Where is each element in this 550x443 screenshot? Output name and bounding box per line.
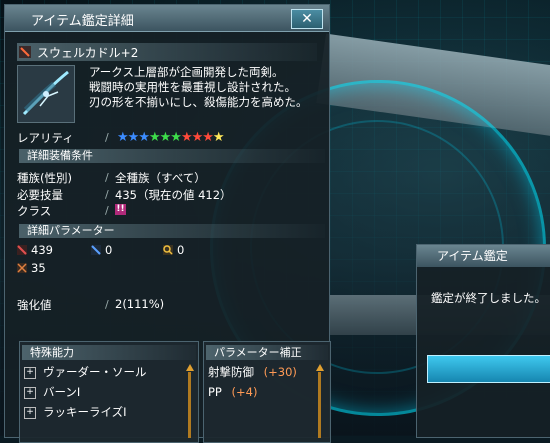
rarity-star-icon: ★: [148, 130, 161, 145]
dialog-confirm-button[interactable]: [427, 355, 550, 383]
expand-icon[interactable]: +: [24, 386, 36, 399]
dexterity-value: 35: [31, 261, 46, 275]
ability-item[interactable]: + バーンI: [24, 384, 80, 400]
rarity-stars: ★★★★★★★★★★: [117, 130, 225, 145]
rarity-star-icon: ★: [138, 130, 150, 145]
scrollbar[interactable]: [188, 372, 191, 438]
grind-value: 2(111%): [115, 297, 165, 311]
race-label: 種族(性別): [17, 171, 72, 185]
bonus-label: 射撃防御: [208, 365, 254, 379]
scrollbar[interactable]: [318, 372, 321, 438]
separator: /: [105, 171, 109, 184]
grind-label: 強化値: [17, 298, 52, 312]
ability-item[interactable]: + ヴァーダー・ソール: [24, 364, 147, 380]
separator: /: [105, 131, 109, 144]
item-image: [17, 65, 75, 123]
separator: /: [105, 204, 109, 217]
striking-attack-icon: [17, 245, 27, 255]
item-description: アークス上層部が企画開発した両剣。 戦闘時の実用性を最重視し設計された。 刃の形…: [89, 65, 324, 110]
rarity-star-icon: ★: [170, 130, 182, 145]
bonus-label: PP: [208, 385, 222, 399]
rarity-star-icon: ★: [180, 130, 193, 145]
dexterity-icon: [17, 263, 27, 273]
window-title: アイテム鑑定詳細: [31, 14, 134, 29]
close-button[interactable]: ✕: [291, 9, 323, 29]
dialog-message: 鑑定が終了しました。: [431, 291, 546, 305]
item-appraisal-detail-window: アイテム鑑定詳細 ✕ スウェルカドル+2 アークス上層部が企画開発した両剣。 戦…: [4, 4, 331, 443]
rarity-label: レアリティ: [17, 131, 74, 145]
striking-attack-value: 439: [31, 243, 53, 257]
technique-attack-value: 0: [177, 243, 185, 257]
rarity-star-icon: ★: [191, 130, 204, 145]
ability-name: バーンI: [43, 385, 81, 399]
bonus-value: (+30): [263, 365, 297, 379]
expand-icon[interactable]: +: [24, 366, 36, 379]
skill-label: 必要技量: [17, 188, 63, 202]
section-header-requirements: 詳細装備条件: [19, 149, 325, 163]
rarity-star-icon: ★: [127, 130, 140, 145]
expand-icon[interactable]: +: [24, 406, 36, 419]
ability-name: ヴァーダー・ソール: [43, 365, 147, 379]
parameter-bonus-panel: パラメーター補正 射撃防御 (+30) PP (+4): [203, 341, 331, 443]
skill-value: 435（現在の値 412）: [115, 188, 232, 202]
item-name: スウェルカドル+2: [37, 46, 139, 60]
section-header-parameters: 詳細パラメーター: [19, 224, 325, 238]
class-all-icon: !!: [115, 204, 126, 215]
bonus-value: (+4): [231, 385, 258, 399]
race-value: 全種族（すべて）: [115, 171, 206, 185]
bonus-item: 射撃防御 (+30): [208, 364, 297, 380]
scroll-up-arrow-icon[interactable]: [186, 364, 194, 371]
class-label: クラス: [17, 204, 52, 218]
double-saber-icon: [19, 46, 31, 58]
technique-attack-icon: [163, 245, 173, 255]
description-line: 戦闘時の実用性を最重視し設計された。: [89, 80, 296, 94]
description-line: 刃の形を不揃いにし、殺傷能力を高めた。: [89, 95, 308, 109]
rarity-star-icon: ★: [212, 130, 225, 145]
bonus-item: PP (+4): [208, 384, 257, 400]
dialog-title: アイテム鑑定: [417, 245, 550, 267]
ability-name: ラッキーライズI: [43, 405, 127, 419]
ability-item[interactable]: + ラッキーライズI: [24, 404, 127, 420]
separator: /: [105, 188, 109, 201]
rarity-star-icon: ★: [117, 130, 129, 145]
ranged-attack-value: 0: [105, 243, 113, 257]
rarity-star-icon: ★: [159, 130, 172, 145]
parameter-bonus-header: パラメーター補正: [206, 345, 328, 360]
special-abilities-header: 特殊能力: [22, 345, 196, 360]
item-name-row: スウェルカドル+2: [17, 43, 317, 61]
scroll-up-arrow-icon[interactable]: [316, 364, 324, 371]
separator: /: [105, 298, 109, 311]
rarity-star-icon: ★: [202, 130, 214, 145]
description-line: アークス上層部が企画開発した両剣。: [89, 65, 284, 79]
window-titlebar: アイテム鑑定詳細 ✕: [5, 5, 329, 32]
appraisal-dialog: アイテム鑑定 鑑定が終了しました。: [416, 244, 550, 438]
special-abilities-panel: 特殊能力 + ヴァーダー・ソール + バーンI + ラッキーライズI: [19, 341, 199, 443]
ranged-attack-icon: [91, 245, 101, 255]
